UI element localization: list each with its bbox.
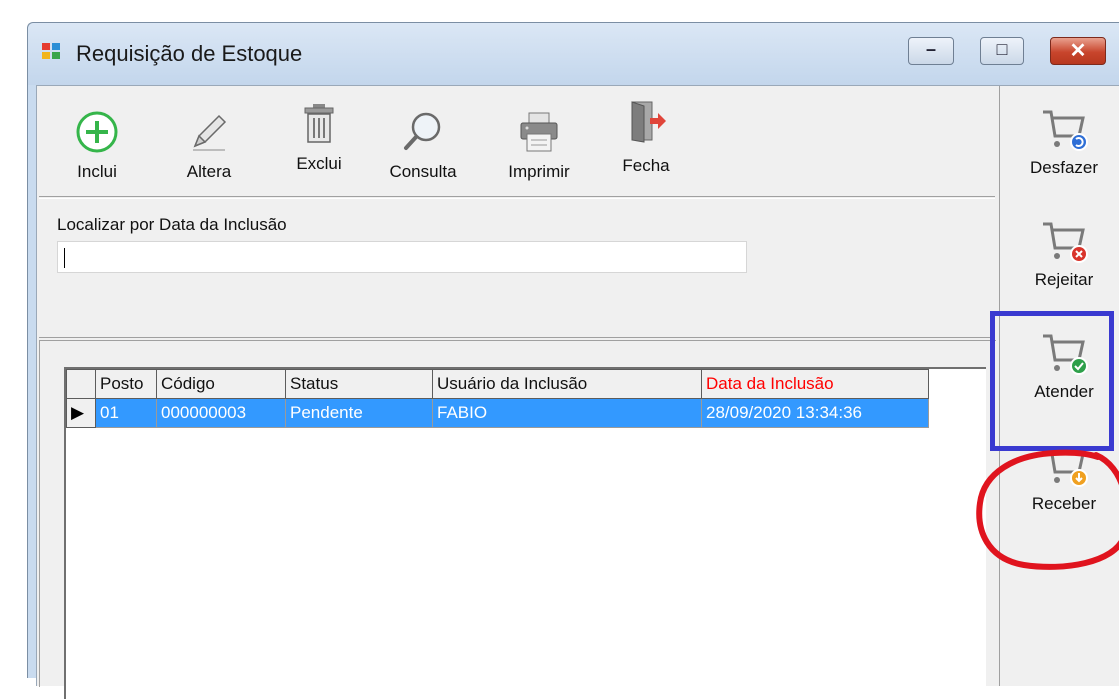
inclui-button[interactable]: Inclui [67,96,127,192]
pencil-icon [193,114,227,151]
cell-posto[interactable]: 01 [95,398,157,428]
exit-door-icon [631,101,666,143]
exclui-button[interactable]: Exclui [289,96,349,192]
grid-header-indicator [66,369,96,399]
cell-status[interactable]: Pendente [285,398,433,428]
printer-icon [520,112,558,152]
altera-label: Altera [186,162,232,181]
data-grid[interactable]: Posto Código Status Usuário da Inclusão … [64,367,986,699]
row-indicator-icon: ▶ [66,398,96,428]
column-header-codigo[interactable]: Código [156,369,286,399]
altera-button[interactable]: Altera [179,96,239,192]
rejeitar-label: Rejeitar [1034,270,1094,289]
desfazer-button[interactable]: Desfazer [1000,88,1119,200]
app-window: Requisição de Estoque – □ ✕ Inclui Alter… [27,22,1119,699]
search-input[interactable] [57,241,747,273]
minimize-button[interactable]: – [908,37,954,65]
inclui-label: Inclui [77,162,117,181]
highlight-oval [976,449,1119,570]
cart-undo-icon [1043,110,1088,151]
toolbar: Inclui Altera Exclui Consulta Imprimir F… [39,88,995,197]
column-header-data[interactable]: Data da Inclusão [701,369,929,399]
window-title: Requisição de Estoque [76,41,303,66]
close-button[interactable]: ✕ [1050,37,1106,65]
add-circle-icon [76,111,118,153]
text-caret [64,248,65,268]
magnifier-icon [404,112,441,150]
exclui-label: Exclui [296,154,342,173]
cell-codigo[interactable]: 000000003 [156,398,286,428]
app-logo-icon [42,43,60,59]
grid-header-row: Posto Código Status Usuário da Inclusão … [66,369,929,399]
fecha-label: Fecha [622,156,670,175]
title-bar[interactable]: Requisição de Estoque – □ ✕ [28,23,1119,85]
search-panel: Localizar por Data da Inclusão [39,198,995,338]
maximize-button[interactable]: □ [980,37,1024,65]
maximize-icon: □ [996,39,1008,59]
table-row[interactable]: ▶ 01 000000003 Pendente FABIO 28/09/2020… [66,398,929,428]
consulta-label: Consulta [389,162,457,181]
minimize-icon: – [925,39,936,59]
desfazer-label: Desfazer [1029,158,1099,177]
trash-icon [304,104,334,143]
imprimir-button[interactable]: Imprimir [499,96,579,192]
cart-reject-icon [1043,222,1088,263]
cell-usuario[interactable]: FABIO [432,398,702,428]
column-header-posto[interactable]: Posto [95,369,157,399]
search-label: Localizar por Data da Inclusão [57,215,287,234]
column-header-status[interactable]: Status [285,369,433,399]
close-icon: ✕ [1069,40,1087,62]
grid-panel: Posto Código Status Usuário da Inclusão … [39,340,996,699]
client-area: Inclui Altera Exclui Consulta Imprimir F… [36,85,1119,699]
cell-data[interactable]: 28/09/2020 13:34:36 [701,398,929,428]
consulta-button[interactable]: Consulta [383,96,463,192]
fecha-button[interactable]: Fecha [611,96,681,192]
column-header-usuario[interactable]: Usuário da Inclusão [432,369,702,399]
rejeitar-button[interactable]: Rejeitar [1000,200,1119,312]
imprimir-label: Imprimir [508,162,570,181]
highlight-rectangle [990,311,1114,451]
